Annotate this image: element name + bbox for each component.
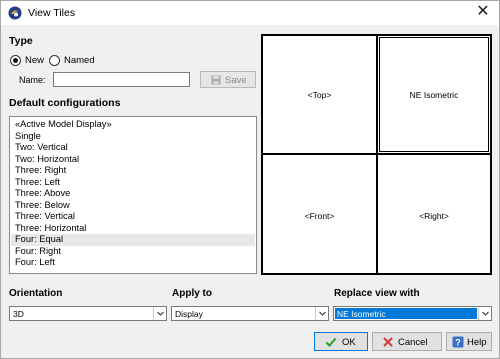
title-bar: View Tiles ✕ bbox=[1, 1, 499, 25]
radio-named-label[interactable]: Named bbox=[64, 55, 95, 66]
viewport-tile-right[interactable]: <Right> bbox=[377, 154, 491, 274]
viewport-tile-top[interactable]: <Top> bbox=[262, 35, 377, 154]
save-disk-icon bbox=[211, 75, 221, 85]
help-button-label: Help bbox=[467, 337, 487, 348]
list-item[interactable]: Three: Horizontal bbox=[11, 223, 255, 235]
list-item-selected[interactable]: Four: Equal bbox=[11, 234, 255, 246]
configurations-list[interactable]: «Active Model Display» Single Two: Verti… bbox=[9, 116, 257, 274]
radio-new-dot bbox=[13, 58, 18, 63]
replace-view-select[interactable]: NE Isometric bbox=[333, 306, 492, 321]
list-item[interactable]: Three: Above bbox=[11, 188, 255, 200]
replace-view-value: NE Isometric bbox=[337, 309, 386, 319]
chevron-down-icon bbox=[319, 311, 326, 316]
help-button[interactable]: ? Help bbox=[446, 332, 492, 351]
close-button[interactable]: ✕ bbox=[467, 1, 499, 25]
save-button-label: Save bbox=[225, 75, 247, 86]
name-label: Name: bbox=[19, 75, 46, 85]
orientation-dropdown-arrow[interactable] bbox=[153, 307, 166, 320]
list-item[interactable]: Three: Left bbox=[11, 177, 255, 189]
list-item[interactable]: Single bbox=[11, 131, 255, 143]
svg-text:?: ? bbox=[455, 338, 461, 348]
list-item[interactable]: Four: Left bbox=[11, 257, 255, 269]
apply-to-label: Apply to bbox=[172, 288, 212, 299]
close-icon[interactable]: ✕ bbox=[476, 3, 489, 20]
app-logo-icon bbox=[8, 6, 22, 20]
type-section-title: Type bbox=[9, 35, 33, 47]
radio-named[interactable] bbox=[49, 55, 60, 66]
viewport-tile-front[interactable]: <Front> bbox=[262, 154, 377, 274]
chevron-down-icon bbox=[157, 311, 164, 316]
help-question-icon: ? bbox=[452, 336, 464, 348]
close-x-icon bbox=[383, 337, 393, 347]
cancel-button[interactable]: Cancel bbox=[372, 332, 442, 351]
apply-to-select[interactable]: Display bbox=[171, 306, 329, 321]
list-item[interactable]: Three: Below bbox=[11, 200, 255, 212]
name-field[interactable] bbox=[53, 72, 190, 87]
viewport-tile-label: <Right> bbox=[419, 211, 449, 221]
list-item[interactable]: Two: Vertical bbox=[11, 142, 255, 154]
orientation-label: Orientation bbox=[9, 288, 63, 299]
configs-section-title: Default configurations bbox=[9, 97, 121, 109]
window-title: View Tiles bbox=[28, 7, 76, 19]
apply-to-value: Display bbox=[175, 309, 203, 319]
list-item[interactable]: Two: Horizontal bbox=[11, 154, 255, 166]
list-item[interactable]: «Active Model Display» bbox=[11, 119, 255, 131]
viewport-tile-label: <Front> bbox=[304, 211, 335, 221]
orientation-value: 3D bbox=[13, 309, 24, 319]
orientation-select[interactable]: 3D bbox=[9, 306, 167, 321]
viewport-tile-ne-isometric[interactable]: NE Isometric bbox=[377, 35, 491, 154]
viewport-tile-label: <Top> bbox=[307, 90, 332, 100]
cancel-button-label: Cancel bbox=[398, 337, 428, 348]
viewport-tile-label: NE Isometric bbox=[409, 90, 459, 100]
list-item[interactable]: Four: Right bbox=[11, 246, 255, 258]
list-item[interactable]: Three: Vertical bbox=[11, 211, 255, 223]
check-icon bbox=[325, 337, 337, 347]
view-tiles-dialog: View Tiles ✕ Type New Named Name: Save D… bbox=[0, 0, 500, 359]
chevron-down-icon bbox=[482, 311, 489, 316]
save-button[interactable]: Save bbox=[200, 71, 256, 88]
replace-view-dropdown-arrow[interactable] bbox=[478, 307, 491, 320]
ok-button-label: OK bbox=[342, 337, 356, 348]
radio-new[interactable] bbox=[10, 55, 21, 66]
radio-new-label[interactable]: New bbox=[25, 55, 44, 66]
apply-to-dropdown-arrow[interactable] bbox=[315, 307, 328, 320]
ok-button[interactable]: OK bbox=[314, 332, 368, 351]
replace-view-label: Replace view with bbox=[334, 288, 420, 299]
viewport-preview: <Top> NE Isometric <Front> <Right> bbox=[261, 34, 492, 275]
list-item[interactable]: Three: Right bbox=[11, 165, 255, 177]
